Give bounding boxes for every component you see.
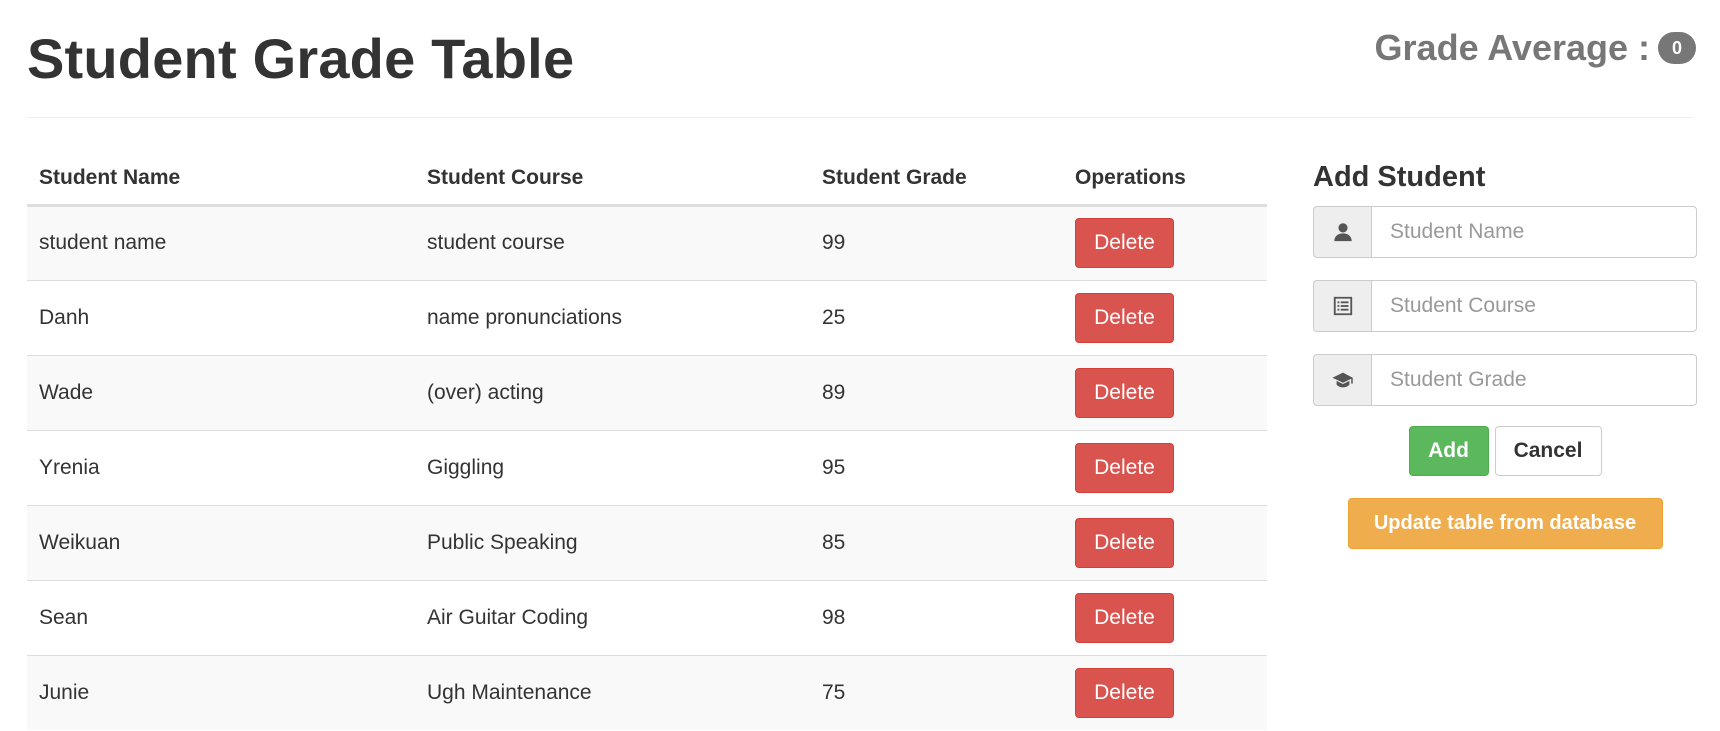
cell-student-grade: 99 (810, 204, 1063, 280)
add-student-panel: Add Student Add Cancel Update table from… (1313, 152, 1697, 549)
delete-button[interactable]: Delete (1075, 517, 1174, 568)
page-title: Student Grade Table (27, 27, 575, 90)
student-name-group (1313, 206, 1697, 258)
form-actions: Add Cancel (1313, 426, 1697, 476)
column-header-name: Student Name (27, 152, 415, 207)
add-button[interactable]: Add (1408, 426, 1489, 476)
delete-button[interactable]: Delete (1075, 592, 1174, 643)
cell-student-grade: 95 (810, 429, 1063, 505)
cell-student-name: Sean (27, 579, 415, 655)
cell-student-name: Wade (27, 354, 415, 430)
delete-button[interactable]: Delete (1075, 218, 1174, 268)
student-grade-group (1313, 354, 1697, 406)
cell-operations: Delete (1063, 429, 1267, 505)
student-course-group (1313, 280, 1697, 332)
list-alt-icon (1313, 280, 1371, 332)
header-divider (27, 117, 1693, 118)
update-from-database-button[interactable]: Update table from database (1347, 498, 1663, 549)
user-icon (1313, 206, 1371, 258)
table-row: Danh name pronunciations 25 Delete (27, 279, 1267, 355)
cell-student-name: Junie (27, 654, 415, 730)
cell-operations: Delete (1063, 204, 1267, 280)
cell-student-course: Air Guitar Coding (415, 579, 810, 655)
cell-student-name: student name (27, 204, 415, 280)
cell-student-course: student course (415, 204, 810, 280)
cell-student-name: Weikuan (27, 504, 415, 580)
cell-student-name: Yrenia (27, 429, 415, 505)
table-row: student name student course 99 Delete (27, 204, 1267, 280)
table-header-row: Student Name Student Course Student Grad… (27, 152, 1267, 207)
column-header-course: Student Course (415, 152, 810, 207)
grade-average: Grade Average : 0 (1375, 24, 1696, 72)
cell-operations: Delete (1063, 654, 1267, 730)
table-row: Wade (over) acting 89 Delete (27, 354, 1267, 430)
cancel-button[interactable]: Cancel (1494, 426, 1602, 476)
cell-student-course: name pronunciations (415, 279, 810, 355)
table-row: Yrenia Giggling 95 Delete (27, 429, 1267, 505)
page: Student Grade Table Grade Average : 0 St… (0, 0, 1720, 731)
delete-button[interactable]: Delete (1075, 667, 1174, 718)
cell-student-course: (over) acting (415, 354, 810, 430)
student-course-input[interactable] (1371, 280, 1697, 332)
delete-button[interactable]: Delete (1075, 367, 1174, 418)
column-header-operations: Operations (1063, 152, 1267, 207)
table-row: Sean Air Guitar Coding 98 Delete (27, 579, 1267, 655)
delete-button[interactable]: Delete (1075, 292, 1174, 343)
cell-student-grade: 25 (810, 279, 1063, 355)
grade-average-badge: 0 (1658, 32, 1696, 64)
student-grade-table: Student Name Student Course Student Grad… (27, 152, 1267, 730)
cell-operations: Delete (1063, 504, 1267, 580)
student-grade-input[interactable] (1371, 354, 1697, 406)
column-header-grade: Student Grade (810, 152, 1063, 207)
delete-button[interactable]: Delete (1075, 442, 1174, 493)
cell-student-course: Ugh Maintenance (415, 654, 810, 730)
cell-student-grade: 75 (810, 654, 1063, 730)
grade-average-label: Grade Average : (1374, 27, 1650, 68)
cell-student-course: Public Speaking (415, 504, 810, 580)
cell-student-grade: 85 (810, 504, 1063, 580)
cell-operations: Delete (1063, 279, 1267, 355)
cell-operations: Delete (1063, 579, 1267, 655)
cell-student-grade: 98 (810, 579, 1063, 655)
table-row: Weikuan Public Speaking 85 Delete (27, 504, 1267, 580)
graduation-cap-icon (1313, 354, 1371, 406)
cell-student-name: Danh (27, 279, 415, 355)
student-name-input[interactable] (1371, 206, 1697, 258)
cell-student-grade: 89 (810, 354, 1063, 430)
cell-operations: Delete (1063, 354, 1267, 430)
cell-student-course: Giggling (415, 429, 810, 505)
table-row: Junie Ugh Maintenance 75 Delete (27, 654, 1267, 730)
add-student-heading: Add Student (1313, 161, 1486, 193)
